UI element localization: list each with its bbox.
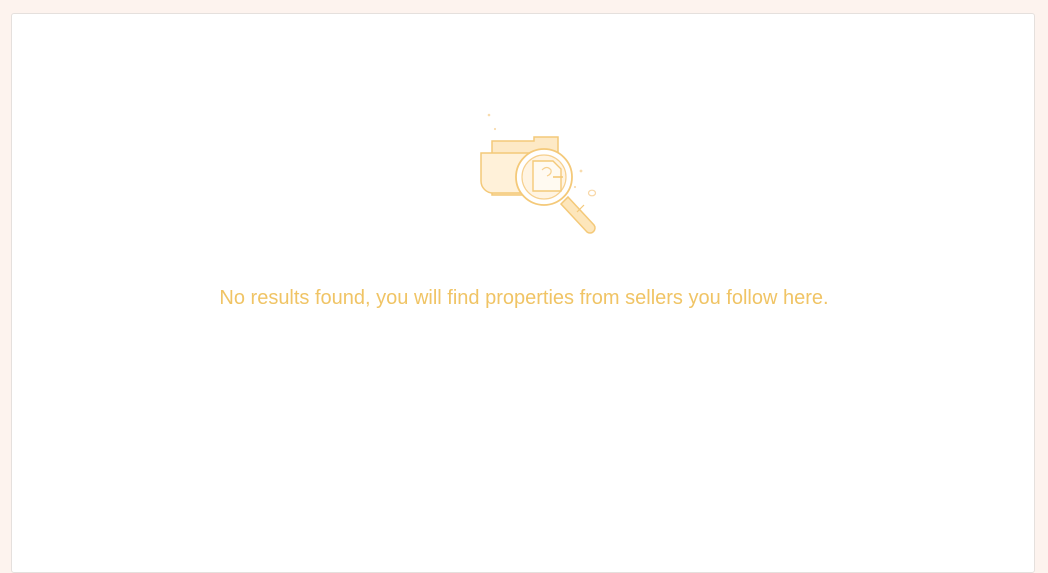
sparkle-dot	[487, 113, 491, 117]
content-panel: No results found, you will find properti…	[11, 13, 1035, 573]
magnifier-handle	[559, 195, 596, 234]
empty-state-message: No results found, you will find properti…	[219, 287, 829, 309]
sparkle-dot	[493, 127, 497, 131]
sparkle-dot	[579, 169, 583, 173]
folder-search-icon	[480, 113, 597, 234]
sparkle-dot	[573, 185, 577, 189]
sparkle-ring	[587, 189, 597, 197]
